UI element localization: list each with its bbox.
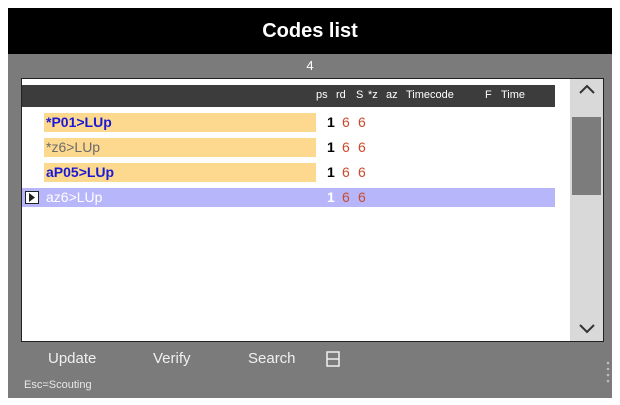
row-value-col2: 6 — [342, 139, 350, 155]
row-code: *P01>LUp — [44, 113, 316, 132]
codes-list-window: Codes list 4 ps rd S *z az Timecode F Ti… — [8, 8, 612, 398]
row-value-col2: 6 — [342, 114, 350, 130]
row-value-col1: 1 — [327, 114, 335, 130]
row-value-col2: 6 — [342, 189, 350, 205]
col-f[interactable]: F — [485, 89, 492, 101]
col-time[interactable]: Time — [501, 89, 525, 101]
codes-grid[interactable]: ps rd S *z az Timecode F Time *P01>LUp 1 6… — [21, 78, 604, 342]
row-value-col2: 6 — [342, 164, 350, 180]
col-z[interactable]: *z — [368, 89, 378, 101]
row-value-col3: 6 — [358, 139, 366, 155]
list-item[interactable]: *P01>LUp 1 6 6 — [22, 113, 555, 132]
row-code: az6>LUp — [44, 188, 316, 207]
chevron-down-icon[interactable] — [570, 319, 603, 341]
verify-button[interactable]: Verify — [153, 350, 191, 367]
row-code: *z6>LUp — [44, 138, 316, 157]
scrollbar-thumb[interactable] — [572, 117, 601, 195]
list-item[interactable]: *z6>LUp 1 6 6 — [22, 138, 555, 157]
row-value-col3: 6 — [358, 164, 366, 180]
row-value-col3: 6 — [358, 189, 366, 205]
col-timecode[interactable]: Timecode — [406, 89, 454, 101]
row-value-col1: 1 — [327, 139, 335, 155]
vertical-scrollbar[interactable] — [570, 79, 603, 341]
chevron-up-icon[interactable] — [570, 79, 603, 101]
col-az[interactable]: az — [386, 89, 398, 101]
grid-header: ps rd S *z az Timecode F Time — [22, 85, 555, 107]
list-menu-icon[interactable] — [326, 351, 340, 372]
window-title: Codes list — [8, 8, 612, 54]
row-value-col3: 6 — [358, 114, 366, 130]
col-rd[interactable]: rd — [336, 89, 346, 101]
col-s[interactable]: S — [356, 89, 363, 101]
codes-count: 4 — [306, 58, 314, 73]
list-item[interactable]: az6>LUp 1 6 6 — [22, 188, 555, 207]
resize-grip-icon[interactable] — [606, 360, 610, 393]
row-value-col1: 1 — [327, 189, 335, 205]
update-button[interactable]: Update — [48, 350, 96, 367]
row-value-col1: 1 — [327, 164, 335, 180]
row-code: aP05>LUp — [44, 163, 316, 182]
triangle-right-icon — [25, 191, 39, 209]
keyboard-hint: Esc=Scouting — [24, 379, 92, 391]
col-ps[interactable]: ps — [316, 89, 328, 101]
list-item[interactable]: aP05>LUp 1 6 6 — [22, 163, 555, 182]
search-button[interactable]: Search — [248, 350, 296, 367]
